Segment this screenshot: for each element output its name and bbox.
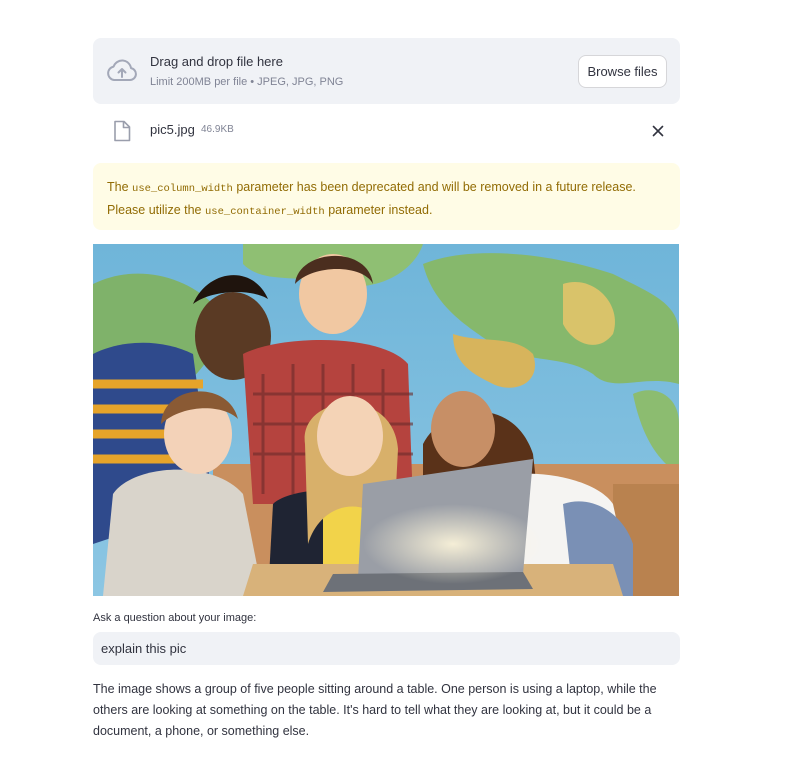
question-input[interactable]: [93, 632, 680, 665]
answer-text: The image shows a group of five people s…: [93, 682, 657, 738]
cloud-upload-icon: [107, 59, 137, 81]
close-icon[interactable]: [649, 122, 667, 140]
warning-text-part1: The: [107, 180, 133, 194]
dropzone-limit-text: Limit 200MB per file • JPEG, JPG, PNG: [150, 76, 344, 88]
warning-code-column-width: use_column_width: [132, 183, 233, 195]
warning-code-container-width: use_container_width: [204, 206, 325, 218]
warning-text-part3: parameter instead.: [324, 203, 433, 217]
browse-files-button[interactable]: Browse files: [578, 55, 667, 88]
deprecation-warning: The use_column_width parameter has been …: [93, 163, 680, 230]
streamlit-app: Drag and drop file here Limit 200MB per …: [0, 0, 802, 772]
file-size: 46.9KB: [201, 124, 234, 135]
dropzone-title: Drag and drop file here: [150, 54, 283, 69]
uploaded-image: [93, 244, 679, 596]
file-name: pic5.jpg: [150, 122, 195, 137]
file-dropzone[interactable]: Drag and drop file here Limit 200MB per …: [93, 38, 680, 104]
file-icon: [114, 120, 131, 142]
uploaded-file-row: pic5.jpg 46.9KB: [93, 116, 680, 144]
question-label: Ask a question about your image:: [93, 612, 257, 624]
